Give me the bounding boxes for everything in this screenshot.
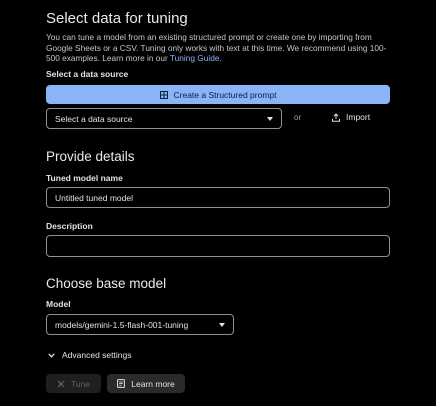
choose-base-model-heading: Choose base model [46,276,167,291]
data-source-label: Select a data source [46,69,129,79]
import-button[interactable]: Import [332,112,370,122]
learn-more-button[interactable]: Learn more [107,374,185,393]
or-separator: or [294,113,302,122]
tuned-model-name-input[interactable]: Untitled tuned model [46,187,390,208]
model-label: Model [46,299,71,309]
select-data-heading: Select data for tuning [46,10,188,27]
table-icon [159,90,168,99]
base-model-dropdown[interactable]: models/gemini-1.5-flash-001-tuning [46,314,234,335]
tuned-model-name-label: Tuned model name [46,173,123,183]
import-label: Import [346,112,371,122]
create-structured-prompt-label: Create a Structured prompt [173,89,277,100]
description-label: Description [46,221,93,231]
tune-label: Tune [70,378,91,389]
data-source-dropdown[interactable]: Select a data source [46,108,282,129]
chevron-down-icon [267,116,273,121]
tune-button[interactable]: Tune [46,374,101,393]
upload-icon [332,112,340,122]
advanced-settings-label: Advanced settings [62,350,132,360]
select-data-description: You can tune a model from an existing st… [46,32,398,64]
data-source-dropdown-value: Select a data source [55,113,133,124]
provide-details-heading: Provide details [46,149,135,164]
tune-icon [57,380,65,387]
tuning-guide-link[interactable]: Tuning Guide [170,53,220,63]
chevron-down-icon [219,322,225,327]
description-input[interactable] [46,235,390,257]
description-period: . [219,53,222,63]
learn-more-label: Learn more [131,378,175,389]
document-icon [117,379,126,388]
chevron-down-icon [48,352,55,358]
advanced-settings-toggle[interactable]: Advanced settings [48,350,131,360]
tuned-model-name-value: Untitled tuned model [55,192,133,203]
create-structured-prompt-button[interactable]: Create a Structured prompt [46,85,390,104]
base-model-dropdown-value: models/gemini-1.5-flash-001-tuning [55,319,189,330]
